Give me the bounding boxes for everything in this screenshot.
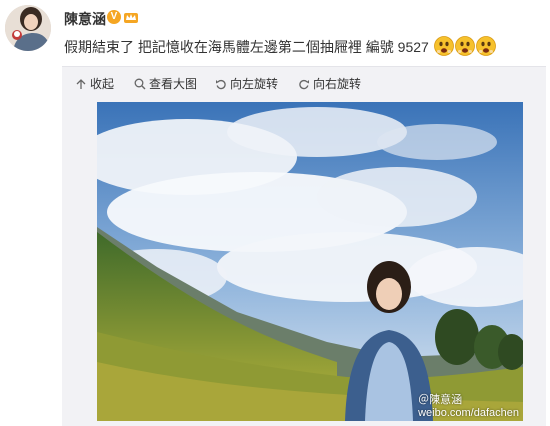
search-icon	[134, 78, 146, 90]
avatar[interactable]	[5, 5, 51, 51]
crown-icon	[124, 13, 138, 23]
worried-face-emoji-icon	[475, 36, 496, 56]
photo[interactable]: ＠陳意涵 weibo.com/dafachen	[97, 102, 523, 421]
view-large-button[interactable]: 查看大图	[134, 76, 197, 92]
rotate-left-icon	[216, 79, 226, 90]
worried-face-emoji-icon	[454, 36, 475, 56]
collapse-button[interactable]: 收起	[75, 76, 114, 92]
view-large-label: 查看大图	[149, 77, 198, 91]
username[interactable]: 陳意涵	[64, 9, 106, 29]
watermark-line-2: weibo.com/dafachen	[418, 407, 519, 419]
media-toolbar: 收起 查看大图 向左旋转 向右旋转	[62, 67, 546, 101]
arrow-up-icon	[76, 79, 86, 89]
watermark-line-1: ＠陳意涵	[418, 394, 463, 406]
post-text: 假期結束了 把記憶收在海馬體左邊第二個抽屜裡 編號 9527	[64, 36, 496, 57]
worried-face-emoji-icon	[433, 36, 454, 56]
rotate-right-icon	[299, 79, 309, 90]
post-text-content: 假期結束了 把記憶收在海馬體左邊第二個抽屜裡 編號 9527	[64, 39, 429, 55]
rotate-left-button[interactable]: 向左旋转	[215, 76, 278, 92]
photo-image	[97, 102, 523, 421]
collapse-label: 收起	[90, 77, 115, 91]
photo-watermark: ＠陳意涵 weibo.com/dafachen	[418, 391, 519, 419]
verified-icon: V	[107, 10, 121, 24]
rotate-right-button[interactable]: 向右旋转	[298, 76, 361, 92]
avatar-image	[5, 5, 51, 51]
rotate-right-label: 向右旋转	[313, 77, 362, 91]
rotate-left-label: 向左旋转	[230, 77, 279, 91]
media-panel: 收起 查看大图 向左旋转 向右旋转 ＠陳意涵 weibo.com/dafache…	[62, 66, 546, 426]
